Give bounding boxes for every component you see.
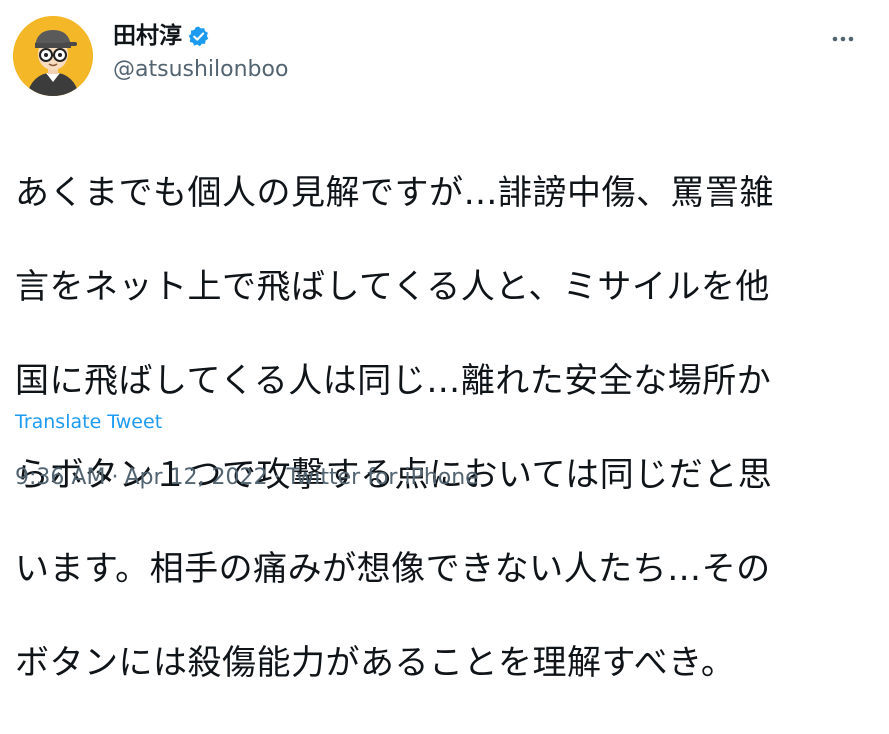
avatar[interactable]: [13, 16, 93, 96]
tweet-date[interactable]: Apr 12, 2022: [124, 463, 267, 493]
tweet-text-line: 国に飛ばしてくる人は同じ…離れた安全な場所か: [15, 361, 772, 401]
more-options-icon: [832, 36, 854, 42]
meta-separator: ·: [273, 465, 281, 490]
tweet-text-line: 言をネット上で飛ばしてくる人と、ミサイルを他: [15, 267, 770, 307]
handle[interactable]: @atsushilonboo: [113, 55, 288, 85]
author-block: 田村淳 @atsushilonboo: [113, 20, 288, 85]
display-name[interactable]: 田村淳: [113, 20, 182, 52]
tweet-source[interactable]: Twitter for iPhone: [286, 463, 478, 493]
tweet-time[interactable]: 9:36 AM: [15, 463, 105, 493]
meta-separator: ·: [111, 465, 119, 490]
tweet-text-line: います。相手の痛みが想像できない人たち…その: [15, 549, 771, 589]
tweet-meta: 9:36 AM · Apr 12, 2022 · Twitter for iPhone: [15, 463, 479, 493]
translate-tweet-link[interactable]: Translate Tweet: [15, 408, 162, 436]
tweet-text-line: あくまでも個人の見解ですが…誹謗中傷、罵詈雑: [15, 173, 774, 213]
more-options-button[interactable]: [824, 24, 862, 54]
tweet-card: 田村淳 @atsushilonboo あくまでも個人の見解ですが…誹謗中傷、罵詈…: [0, 0, 889, 683]
name-row: 田村淳: [113, 20, 288, 52]
cartoon-avatar-icon: [13, 16, 93, 96]
tweet-text-line: ボタンには殺傷能力があることを理解すべき。: [15, 643, 736, 683]
verified-badge-icon: [187, 25, 210, 48]
